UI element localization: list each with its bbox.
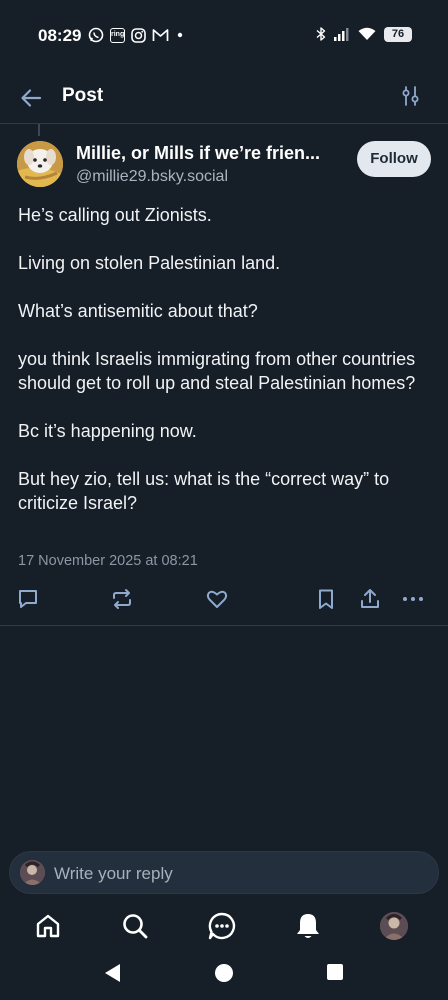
comment-icon: [19, 590, 37, 608]
post-paragraph: He’s calling out Zionists.: [18, 205, 212, 225]
signal-icon: [334, 27, 350, 41]
nav-search[interactable]: [120, 911, 150, 941]
dog-avatar-image: [17, 141, 63, 187]
reply-button[interactable]: [16, 587, 40, 611]
post-timestamp: 17 November 2025 at 08:21: [18, 553, 198, 569]
post-header: Post: [0, 72, 448, 124]
arrow-left-icon: [21, 89, 42, 107]
reply-placeholder: Write your reply: [54, 864, 173, 883]
chat-icon: [208, 912, 236, 940]
author-handle[interactable]: @millie29.bsky.social: [76, 168, 228, 186]
more-options-button[interactable]: [401, 587, 425, 611]
reply-input[interactable]: Write your reply: [9, 851, 439, 894]
battery-icon: 76: [384, 26, 412, 42]
post-paragraph: Bc it’s happening now.: [18, 421, 197, 441]
bookmark-icon: [319, 589, 333, 609]
author-display-name[interactable]: Millie, or Mills if we’re frien...: [76, 143, 346, 164]
whatsapp-icon: [88, 27, 104, 43]
author-avatar[interactable]: [17, 141, 63, 187]
circle-home-icon: [215, 964, 233, 982]
wifi-icon: [358, 27, 376, 41]
back-button[interactable]: [18, 84, 46, 112]
system-home-button[interactable]: [214, 963, 234, 983]
post-divider: [0, 625, 448, 626]
system-back-button[interactable]: [104, 963, 122, 983]
post-paragraph: you think Israelis immigrating from othe…: [18, 349, 416, 393]
bookmark-button[interactable]: [314, 587, 338, 611]
dot-icon: [175, 30, 185, 40]
bottom-navigation: [0, 905, 448, 950]
nav-notifications[interactable]: [293, 911, 323, 941]
thread-line: [38, 124, 40, 136]
system-status-icons: 76: [316, 26, 412, 42]
post-actions: [0, 587, 448, 611]
nav-profile-avatar[interactable]: [380, 912, 408, 940]
gmail-icon: [152, 28, 169, 42]
square-recents-icon: [327, 964, 343, 980]
nav-chat[interactable]: [207, 911, 237, 941]
sliders-icon: [402, 86, 419, 106]
instagram-icon: [131, 27, 146, 43]
repost-button[interactable]: [110, 587, 134, 611]
status-bar: 08:29 ring 76: [0, 0, 448, 72]
heart-icon: [206, 590, 228, 608]
post-paragraph: What’s antisemitic about that?: [18, 301, 258, 321]
triangle-back-icon: [105, 964, 120, 982]
share-icon: [361, 589, 379, 608]
ellipsis-icon: [403, 597, 423, 601]
post-text: He’s calling out Zionists. Living on sto…: [18, 203, 428, 539]
status-time: 08:29: [38, 26, 82, 45]
home-icon: [36, 914, 60, 938]
system-navigation: [0, 955, 448, 1000]
post-paragraph: Living on stolen Palestinian land.: [18, 253, 281, 273]
post-paragraph: But hey zio, tell us: what is the “corre…: [18, 469, 390, 513]
follow-button[interactable]: Follow: [357, 141, 431, 177]
share-button[interactable]: [358, 587, 382, 611]
bluetooth-icon: [316, 26, 326, 42]
repost-icon: [113, 589, 131, 609]
notification-icons: ring: [88, 27, 185, 43]
page-title: Post: [62, 85, 104, 106]
thread-settings-button[interactable]: [400, 85, 422, 107]
bell-icon: [297, 914, 319, 938]
ring-icon: ring: [110, 27, 125, 43]
system-recents-button[interactable]: [326, 963, 344, 981]
like-button[interactable]: [205, 587, 229, 611]
nav-home[interactable]: [33, 911, 63, 941]
user-avatar: [20, 860, 45, 885]
search-icon: [123, 914, 148, 939]
profile-avatar-image: [380, 912, 408, 940]
